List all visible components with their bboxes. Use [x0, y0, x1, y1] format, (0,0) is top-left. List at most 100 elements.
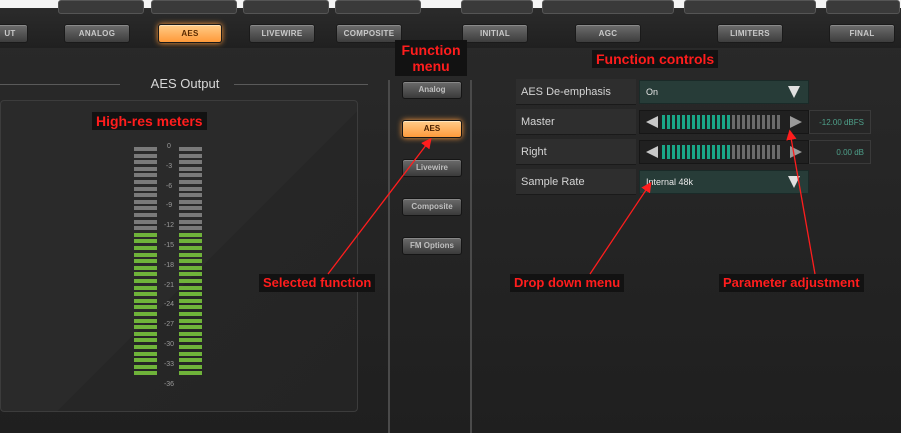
meter-scale-label: 0: [167, 143, 171, 150]
control-label-right: Right: [516, 139, 636, 165]
control-label-sample-rate: Sample Rate: [516, 169, 636, 195]
top-deco-block: [684, 0, 816, 14]
meter-scale-label: -24: [163, 301, 175, 309]
meter-segment: [134, 193, 157, 198]
meter-segment: [179, 226, 202, 231]
top-deco-block: [58, 0, 144, 14]
increase-arrow-icon[interactable]: [790, 146, 802, 158]
meter-segment: [134, 186, 157, 191]
optimod-aes-screen: UT ANALOG AES LIVEWIRE COMPOSITE INITIAL…: [0, 0, 901, 433]
sample-rate-dropdown[interactable]: Internal 48k: [639, 170, 809, 194]
meter-segment: [179, 292, 202, 297]
meter-segment: [134, 246, 157, 250]
meter-segment: [179, 331, 202, 336]
top-deco-block: [826, 0, 900, 14]
increase-arrow-icon[interactable]: [790, 116, 802, 128]
meter-segment: [179, 193, 202, 198]
meter-segment: [134, 351, 157, 356]
meter-segment: [134, 160, 157, 165]
decrease-arrow-icon[interactable]: [646, 146, 658, 158]
divider-left: [388, 80, 390, 433]
tab-final[interactable]: FINAL: [829, 24, 895, 43]
slider-track: [732, 115, 780, 129]
master-slider[interactable]: [639, 110, 809, 134]
tab-composite[interactable]: COMPOSITE: [336, 24, 402, 43]
meter-segment: [179, 246, 202, 250]
meter-segment: [179, 371, 202, 376]
decrease-arrow-icon[interactable]: [646, 116, 658, 128]
tab-livewire[interactable]: LIVEWIRE: [249, 24, 315, 43]
meter-segment: [179, 285, 202, 290]
meter-segment: [179, 252, 202, 257]
right-slider[interactable]: [639, 140, 809, 164]
meter-segment: [134, 232, 157, 237]
meter-scale-label: -3: [165, 162, 173, 170]
meter-segment: [134, 331, 157, 336]
meter-segment: [179, 325, 202, 330]
meter-segment: [179, 265, 202, 270]
fn-composite-button[interactable]: Composite: [402, 198, 462, 216]
meter-segment: [134, 226, 157, 231]
meter-segment: [179, 338, 202, 343]
meter-segment: [134, 147, 157, 151]
top-deco-block: [243, 0, 329, 14]
meter-segment: [134, 305, 157, 310]
meter-box: 0 -3 -6 -9 -12 -15 -18 -21 -24 -27 -30 -33 -36: [0, 100, 358, 412]
meter-segment: [179, 180, 202, 184]
tab-limiters[interactable]: LIMITERS: [717, 24, 783, 43]
meter-segment: [134, 219, 157, 224]
meter-segment: [179, 232, 202, 237]
meter-segment: [179, 279, 202, 283]
meter-segment: [179, 358, 202, 363]
annotation-drop-down-menu: Drop down menu: [510, 274, 625, 292]
meter-segment: [179, 147, 202, 151]
tab-aes[interactable]: AES: [158, 24, 222, 43]
meter-segment: [134, 371, 157, 376]
tab-output[interactable]: UT: [0, 24, 28, 43]
meter-panel-title: AES Output: [150, 76, 220, 91]
meter-segment: [179, 166, 202, 171]
tab-analog[interactable]: ANALOG: [64, 24, 130, 43]
meter-segment: [134, 312, 157, 316]
meter-scale-label: -9: [165, 202, 173, 210]
annotation-function-controls: Function controls: [592, 50, 719, 68]
meter-segment: [134, 199, 157, 204]
aes-deemphasis-dropdown[interactable]: On: [639, 80, 809, 104]
meter-scale-label: -30: [163, 341, 175, 348]
tab-initial[interactable]: INITIAL: [462, 24, 528, 43]
meter-segment: [134, 345, 157, 349]
meter-segment: [179, 272, 202, 277]
meter-segment: [134, 239, 157, 244]
meter-segment: [179, 153, 202, 158]
meter-segment: [134, 259, 157, 264]
meter-right-channel: [179, 147, 202, 377]
meter-segment: [179, 351, 202, 356]
top-deco-block: [542, 0, 674, 14]
meter-segment: [179, 199, 202, 204]
annotation-function-menu: Function menu: [395, 40, 467, 76]
fn-analog-button[interactable]: Analog: [402, 81, 462, 99]
slider-track: [732, 145, 780, 159]
master-readout[interactable]: -12.00 dBFS: [809, 110, 871, 134]
meter-segment: [134, 206, 157, 211]
slider-fill: [662, 145, 732, 159]
annotation-parameter-adjustment: Parameter adjustment: [719, 274, 864, 292]
annotation-high-res-meters: High-res meters: [92, 112, 207, 130]
fn-aes-button[interactable]: AES: [402, 120, 462, 138]
meter-segment: [134, 272, 157, 277]
meter-scale-label: -21: [163, 281, 175, 289]
tab-agc[interactable]: AGC: [575, 24, 641, 43]
meter-scale-label: -27: [163, 321, 175, 329]
divider-right: [470, 80, 472, 433]
control-label-aes-deemphasis: AES De-emphasis: [516, 79, 636, 105]
fn-fm-options-button[interactable]: FM Options: [402, 237, 462, 255]
meter-segment: [134, 173, 157, 178]
meter-segment: [134, 153, 157, 158]
meter-segment: [179, 259, 202, 264]
fn-livewire-button[interactable]: Livewire: [402, 159, 462, 177]
meter-segment: [134, 298, 157, 303]
dropdown-value: On: [646, 87, 659, 97]
meter-segment: [179, 219, 202, 224]
right-readout[interactable]: 0.00 dB: [809, 140, 871, 164]
meter-scale-label: -36: [163, 380, 175, 388]
